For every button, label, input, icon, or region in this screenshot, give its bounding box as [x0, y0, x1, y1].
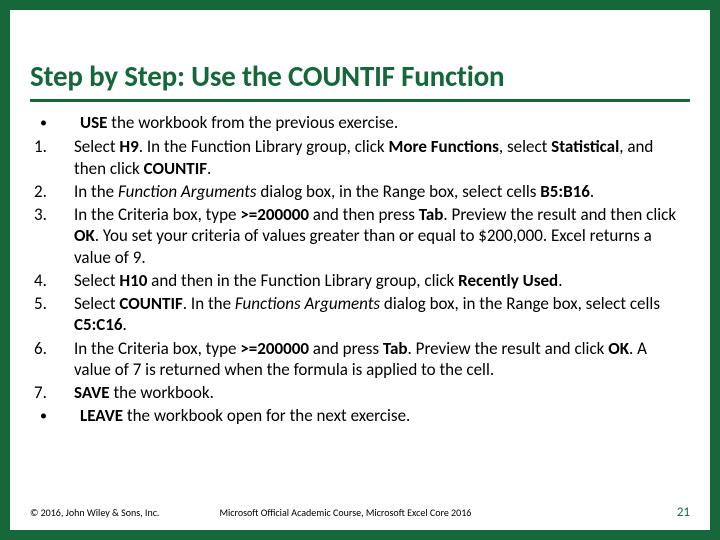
course-name: Microsoft Official Academic Course, Micr… [219, 506, 471, 519]
number-marker: 7. [34, 382, 68, 403]
step-text: LEAVE the workbook open for the next exe… [74, 405, 686, 427]
bullet-marker: • [34, 112, 74, 134]
slide-frame: Step by Step: Use the COUNTIF Function •… [0, 0, 720, 540]
number-marker: 5. [34, 293, 68, 336]
number-marker: 1. [34, 136, 68, 179]
bullet-marker: • [34, 405, 74, 427]
step-text: Select H9. In the Function Library group… [68, 136, 686, 179]
number-marker: 2. [34, 181, 68, 202]
step-list: •USE the workbook from the previous exer… [30, 112, 690, 427]
step-text: USE the workbook from the previous exerc… [74, 112, 686, 134]
step-item: 1.Select H9. In the Function Library gro… [34, 136, 686, 179]
step-item: 3.In the Criteria box, type >=200000 and… [34, 204, 686, 268]
step-item: •USE the workbook from the previous exer… [34, 112, 686, 134]
step-text: In the Function Arguments dialog box, in… [68, 181, 686, 202]
step-item: 2.In the Function Arguments dialog box, … [34, 181, 686, 202]
slide-title: Step by Step: Use the COUNTIF Function [30, 60, 690, 93]
number-marker: 6. [34, 338, 68, 381]
step-text: SAVE the workbook. [68, 382, 686, 403]
step-text: Select COUNTIF. In the Functions Argumen… [68, 293, 686, 336]
title-rule [30, 99, 690, 102]
step-item: •LEAVE the workbook open for the next ex… [34, 405, 686, 427]
step-text: Select H10 and then in the Function Libr… [68, 270, 686, 291]
slide-inner: Step by Step: Use the COUNTIF Function •… [10, 10, 710, 427]
step-text: In the Criteria box, type >=200000 and p… [68, 338, 686, 381]
copyright: © 2016, John Wiley & Sons, Inc. [30, 506, 159, 519]
number-marker: 4. [34, 270, 68, 291]
page-number: 21 [677, 505, 690, 520]
step-item: 4.Select H10 and then in the Function Li… [34, 270, 686, 291]
step-item: 6.In the Criteria box, type >=200000 and… [34, 338, 686, 381]
step-text: In the Criteria box, type >=200000 and t… [68, 204, 686, 268]
step-item: 7.SAVE the workbook. [34, 382, 686, 403]
number-marker: 3. [34, 204, 68, 268]
footer: © 2016, John Wiley & Sons, Inc. Microsof… [30, 505, 690, 520]
step-item: 5.Select COUNTIF. In the Functions Argum… [34, 293, 686, 336]
